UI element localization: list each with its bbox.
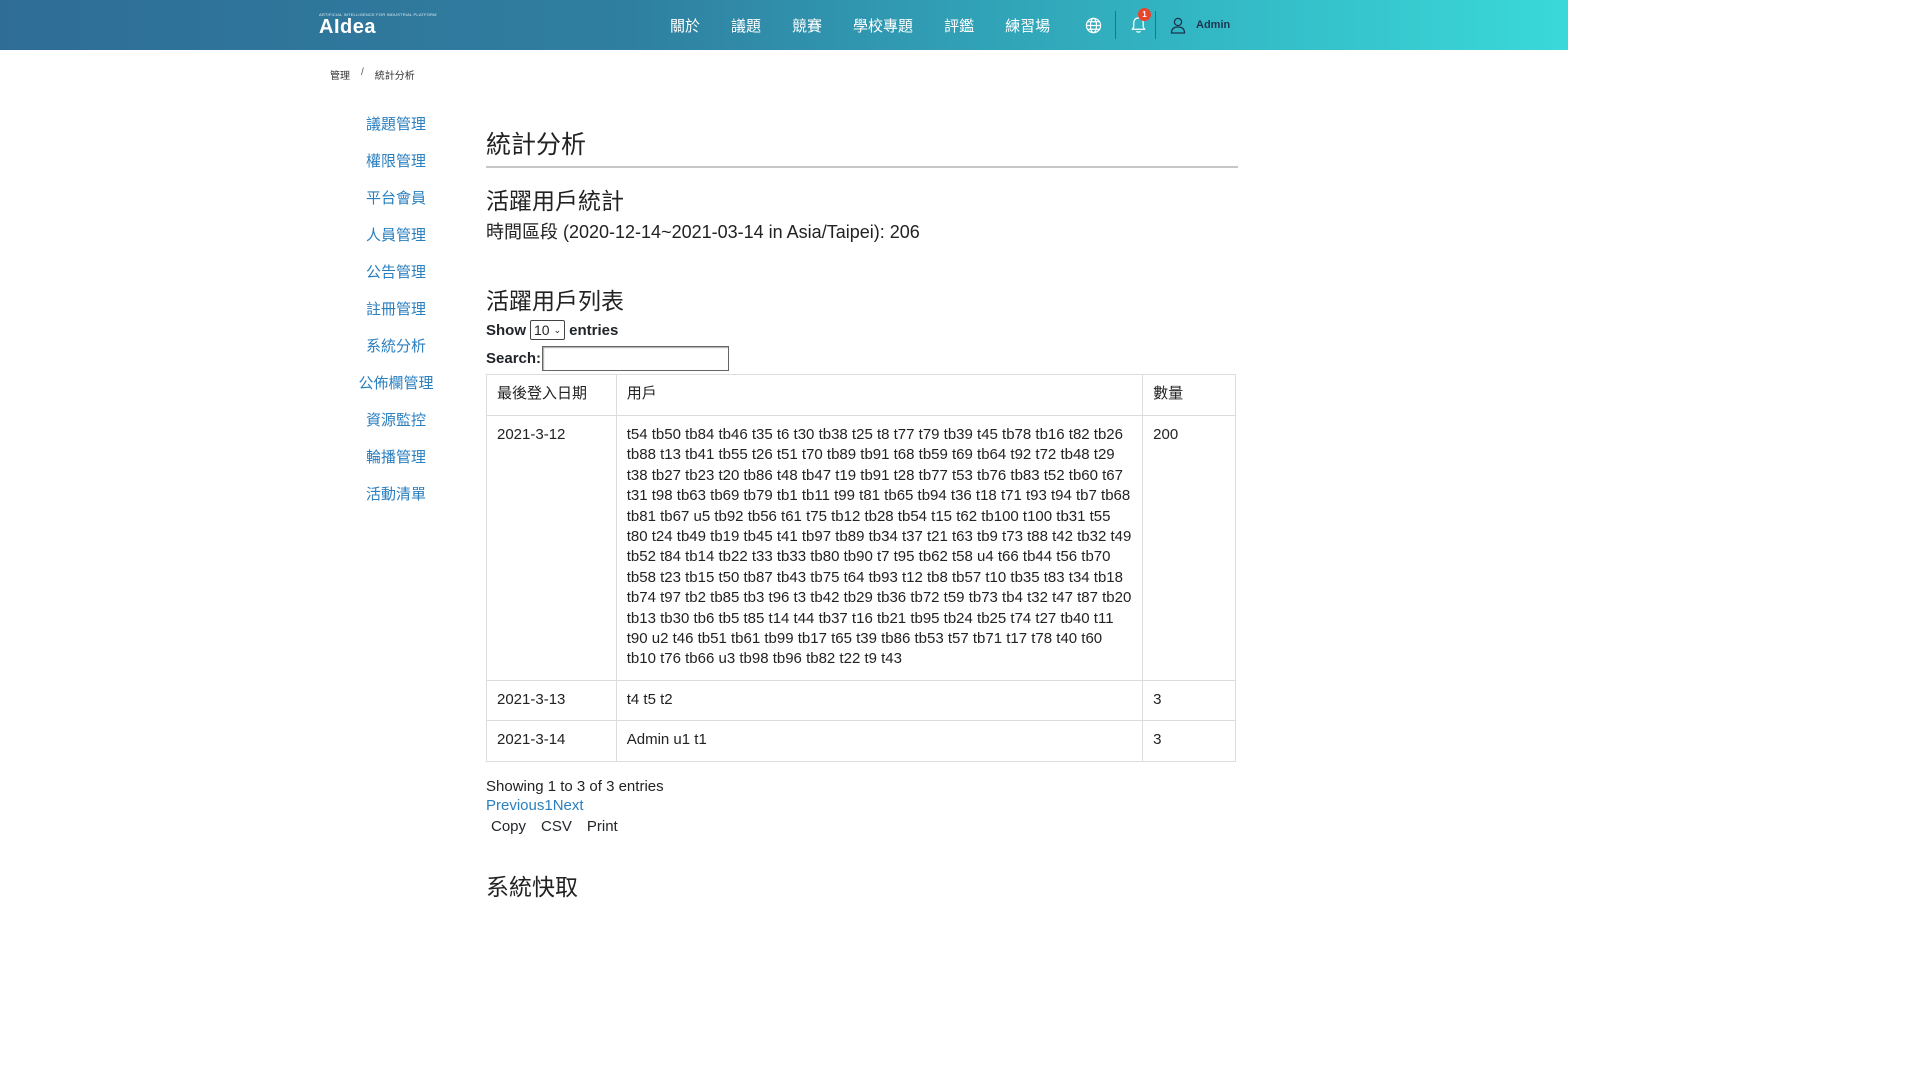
sidebar-item-platform-members[interactable]: 平台會員 bbox=[338, 186, 454, 223]
pagination-previous-button[interactable]: Previous bbox=[486, 797, 544, 814]
breadcrumb-separator: / bbox=[361, 67, 364, 78]
sidebar-item-event-list[interactable]: 活動清單 bbox=[338, 482, 454, 519]
sidebar-item-announcement-management[interactable]: 公告管理 bbox=[338, 260, 454, 297]
cell-date: 2021-3-14 bbox=[486, 720, 617, 762]
main-content: 統計分析 活躍用戶統計 時間區段 (2020-12-14~2021-03-14 … bbox=[486, 126, 1238, 835]
user-name: Admin bbox=[1196, 19, 1231, 31]
column-header-last-login[interactable]: 最後登入日期 bbox=[486, 374, 617, 416]
cell-count: 3 bbox=[1142, 720, 1236, 762]
cell-count: 3 bbox=[1142, 679, 1236, 722]
cell-users: t4 t5 t2 bbox=[615, 679, 1144, 722]
nav-link-topics[interactable]: 議題 bbox=[731, 15, 761, 36]
csv-button[interactable]: CSV bbox=[541, 818, 572, 835]
column-header-users[interactable]: 用戶 bbox=[615, 374, 1144, 416]
chevron-down-icon: ⌄ bbox=[553, 324, 562, 335]
table-search: Search: bbox=[486, 345, 1238, 371]
sidebar-item-registration-management[interactable]: 註冊管理 bbox=[338, 297, 454, 334]
search-input[interactable] bbox=[542, 345, 730, 371]
cell-count: 200 bbox=[1142, 415, 1236, 681]
sidebar-item-resource-monitoring[interactable]: 資源監控 bbox=[338, 408, 454, 445]
admin-sidebar: 議題管理 權限管理 平台會員 人員管理 公告管理 註冊管理 系統分析 公佈欄管理… bbox=[338, 112, 454, 519]
brand-name: AIdea bbox=[319, 16, 376, 38]
breadcrumb: 管理 / 統計分析 bbox=[330, 67, 415, 82]
cell-users: Admin u1 t1 bbox=[615, 720, 1144, 762]
brand-text: ARTIFICIAL INTELLIGENCE FOR INDUSTRIAL P… bbox=[319, 13, 437, 38]
breadcrumb-item-current: 統計分析 bbox=[374, 71, 415, 82]
pagination-page-1[interactable]: 1 bbox=[544, 797, 552, 814]
pagination: Previous 1 Next bbox=[486, 797, 1238, 814]
table-header-row: 最後登入日期 用戶 數量 bbox=[486, 374, 1236, 416]
nav-link-school-projects[interactable]: 學校專題 bbox=[853, 15, 913, 36]
active-users-list-heading: 活躍用戶列表 bbox=[486, 288, 624, 314]
search-label: Search: bbox=[486, 349, 542, 367]
table-row: 2021-3-13 t4 t5 t2 3 bbox=[486, 679, 1236, 722]
active-users-table: 最後登入日期 用戶 數量 2021-3-12 t54 tb50 tb84 tb4… bbox=[486, 374, 1236, 762]
active-users-stats-heading: 活躍用戶統計 bbox=[486, 188, 624, 214]
sidebar-item-permission-management[interactable]: 權限管理 bbox=[338, 149, 454, 186]
active-users-summary: 時間區段 (2020-12-14~2021-03-14 in Asia/Taip… bbox=[486, 222, 920, 242]
sidebar-item-system-analysis[interactable]: 系統分析 bbox=[338, 334, 454, 371]
brand-logo[interactable]: ARTIFICIAL INTELLIGENCE FOR INDUSTRIAL P… bbox=[316, 8, 436, 42]
sidebar-item-bulletin-management[interactable]: 公佈欄管理 bbox=[338, 371, 454, 408]
nav-divider bbox=[1155, 11, 1156, 39]
nav-links: 關於 議題 競賽 學校專題 評鑑 練習場 bbox=[670, 0, 1081, 50]
copy-button[interactable]: Copy bbox=[491, 818, 526, 835]
pagination-next-button[interactable]: Next bbox=[553, 797, 584, 814]
cell-date: 2021-3-12 bbox=[486, 415, 617, 681]
entries-per-page-select[interactable]: 10 ⌄ bbox=[530, 320, 566, 340]
table-row: 2021-3-14 Admin u1 t1 3 bbox=[486, 720, 1236, 762]
column-header-count[interactable]: 數量 bbox=[1142, 374, 1236, 416]
sidebar-item-staff-management[interactable]: 人員管理 bbox=[338, 223, 454, 260]
top-navbar: ARTIFICIAL INTELLIGENCE FOR INDUSTRIAL P… bbox=[0, 0, 1568, 50]
export-buttons: Copy CSV Print bbox=[491, 818, 1238, 835]
user-icon bbox=[1170, 17, 1186, 34]
nav-divider bbox=[1115, 11, 1116, 39]
cell-date: 2021-3-13 bbox=[486, 679, 617, 722]
notification-count-badge: 1 bbox=[1138, 8, 1151, 21]
page-title: 統計分析 bbox=[486, 126, 1238, 168]
show-label: Show bbox=[486, 321, 526, 339]
system-cache-heading: 系統快取 bbox=[486, 874, 578, 900]
nav-link-playground[interactable]: 練習場 bbox=[1005, 15, 1050, 36]
language-button[interactable] bbox=[1081, 13, 1105, 37]
user-menu[interactable]: Admin bbox=[1170, 13, 1230, 37]
print-button[interactable]: Print bbox=[587, 818, 618, 835]
globe-icon bbox=[1085, 17, 1101, 33]
nav-link-about[interactable]: 關於 bbox=[670, 15, 700, 36]
nav-link-competitions[interactable]: 競賽 bbox=[792, 15, 822, 36]
entries-label: entries bbox=[569, 321, 619, 339]
breadcrumb-item-admin[interactable]: 管理 bbox=[330, 67, 350, 82]
entries-length-control: Show 10 ⌄ entries bbox=[486, 320, 1238, 340]
sidebar-item-topic-management[interactable]: 議題管理 bbox=[338, 112, 454, 149]
table-row: 2021-3-12 t54 tb50 tb84 tb46 t35 t6 t30 … bbox=[486, 415, 1236, 681]
cell-users: t54 tb50 tb84 tb46 t35 t6 t30 tb38 t25 t… bbox=[615, 415, 1144, 681]
entries-per-page-value: 10 bbox=[534, 322, 550, 338]
nav-link-evaluation[interactable]: 評鑑 bbox=[944, 15, 974, 36]
sidebar-item-carousel-management[interactable]: 輪播管理 bbox=[338, 445, 454, 482]
table-info: Showing 1 to 3 of 3 entries bbox=[486, 777, 664, 795]
